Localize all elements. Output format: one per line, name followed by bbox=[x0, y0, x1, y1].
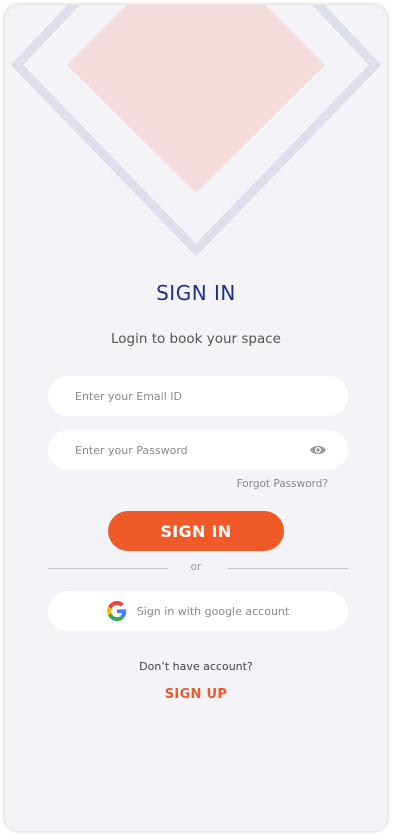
page-title: SIGN IN bbox=[156, 281, 236, 305]
google-sign-in-label: Sign in with google account bbox=[136, 604, 290, 618]
email-field-container bbox=[48, 376, 348, 416]
sign-up-container: SIGN UP bbox=[5, 683, 387, 702]
password-field-container bbox=[48, 430, 348, 470]
divider-line-right bbox=[228, 568, 348, 569]
divider-or-label: or bbox=[190, 561, 202, 573]
password-input[interactable] bbox=[73, 442, 308, 458]
decorative-diamond-background bbox=[10, 5, 382, 257]
decor-diamond-fill bbox=[67, 5, 325, 193]
eye-icon[interactable] bbox=[308, 443, 328, 457]
no-account-prompt: Don’t have account? bbox=[139, 660, 253, 673]
decor-diamond-outline bbox=[10, 5, 382, 257]
email-input[interactable] bbox=[73, 388, 328, 404]
page-subtitle: Login to book your space bbox=[110, 331, 281, 347]
sign-in-button[interactable]: SIGN IN bbox=[108, 511, 284, 551]
sign-up-link[interactable]: SIGN UP bbox=[165, 687, 227, 702]
forgot-password-link[interactable]: Forgot Password? bbox=[237, 478, 328, 490]
app-screen: SIGN IN Login to book your space Forgot … bbox=[5, 5, 387, 831]
google-icon bbox=[106, 601, 127, 621]
google-sign-in-button[interactable]: Sign in with google account bbox=[48, 591, 348, 631]
